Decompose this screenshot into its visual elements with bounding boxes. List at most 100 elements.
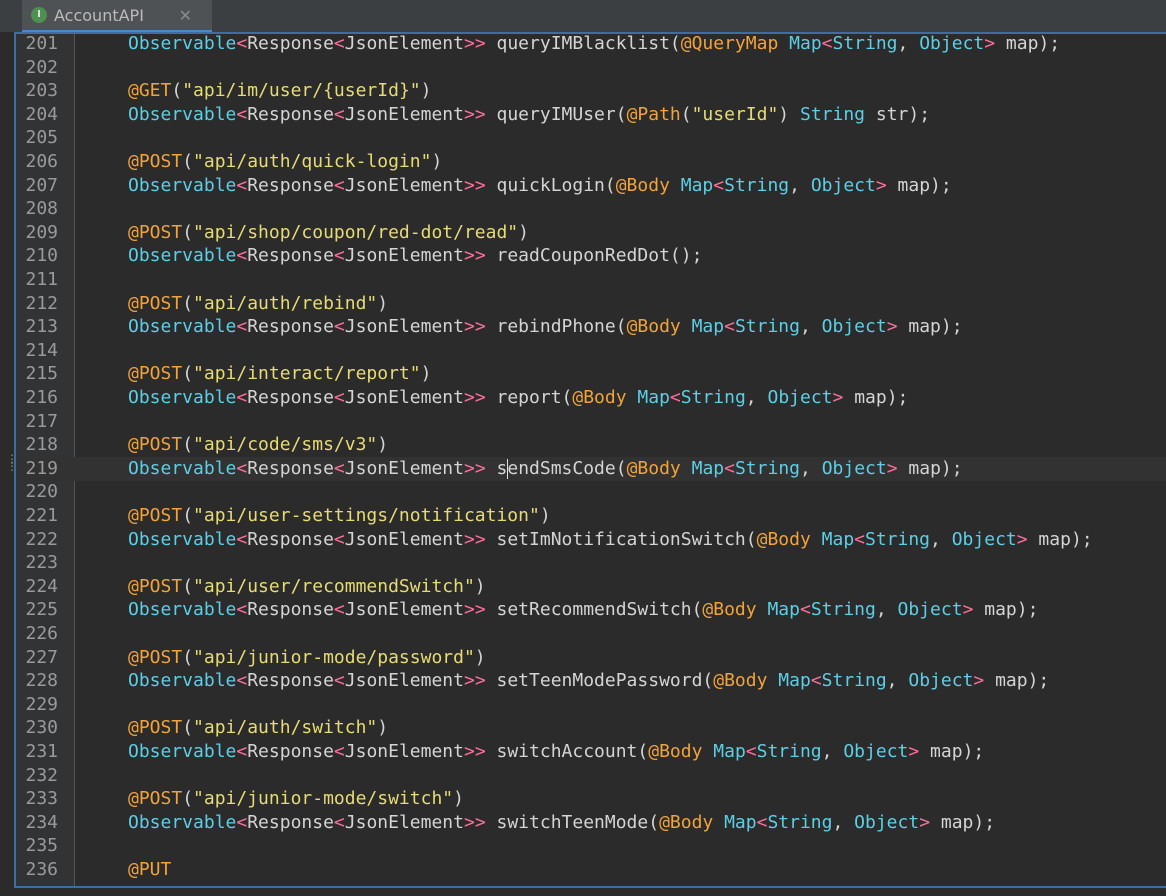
close-icon[interactable]: ✕ [179, 6, 192, 25]
code-line-227[interactable]: 227 @POST("api/junior-mode/password") [16, 646, 1166, 670]
code-token: , [800, 457, 822, 479]
code-line-215[interactable]: 215 @POST("api/interact/report") [16, 362, 1166, 386]
code-token: < [333, 316, 345, 338]
code-line-223[interactable]: 223 [16, 551, 1166, 575]
code-text[interactable]: @GET("api/im/user/{userId}") [128, 79, 431, 103]
code-line-231[interactable]: 231 Observable<Response<JsonElement>> swi… [16, 740, 1166, 764]
code-text[interactable]: Observable<Response<JsonElement>> switch… [128, 811, 995, 835]
line-number: 227 [25, 646, 58, 668]
code-text[interactable]: Observable<Response<JsonElement>> rebind… [128, 315, 963, 339]
code-line-232[interactable]: 232 [16, 764, 1166, 788]
code-text[interactable]: Observable<Response<JsonElement>> setImN… [128, 528, 1093, 552]
code-line-225[interactable]: 225 Observable<Response<JsonElement>> set… [16, 598, 1166, 622]
line-number: 210 [25, 245, 58, 267]
line-number: 218 [25, 434, 58, 456]
code-token: queryIMBlacklist( [485, 33, 681, 54]
code-token: Map [821, 528, 855, 550]
code-text[interactable]: @POST("api/auth/rebind") [128, 292, 388, 316]
code-text[interactable]: Observable<Response<JsonElement>> sendSm… [128, 457, 963, 481]
code-token: < [236, 670, 248, 692]
code-line-221[interactable]: 221 @POST("api/user-settings/notification… [16, 504, 1166, 528]
code-token: @POST [128, 717, 183, 739]
code-text[interactable]: @POST("api/user/recommendSwitch") [128, 575, 486, 599]
code-token: > [886, 457, 898, 479]
code-token: < [333, 387, 345, 408]
code-line-228[interactable]: 228 Observable<Response<JsonElement>> set… [16, 669, 1166, 693]
code-line-216[interactable]: 216 Observable<Response<JsonElement>> rep… [16, 386, 1166, 410]
code-text[interactable]: @POST("api/auth/switch") [128, 716, 388, 740]
line-number: 232 [25, 764, 58, 786]
drag-handle-icon[interactable]: ⋮ ⋮ [6, 453, 18, 478]
code-line-201[interactable]: 201 Observable<Response<JsonElement>> que… [16, 33, 1166, 56]
code-line-235[interactable]: 235 [16, 834, 1166, 858]
code-token: map); [843, 387, 909, 408]
code-token: @POST [128, 788, 183, 810]
code-text[interactable]: @POST("api/code/sms/v3") [128, 433, 388, 457]
code-token: ( [182, 151, 194, 172]
code-text[interactable]: Observable<Response<JsonElement>> queryI… [128, 103, 930, 127]
code-line-222[interactable]: 222 Observable<Response<JsonElement>> set… [16, 528, 1166, 552]
code-line-208[interactable]: 208 [16, 197, 1166, 221]
code-text[interactable]: @POST("api/junior-mode/password") [128, 646, 486, 670]
code-token: Observable [128, 811, 237, 833]
code-line-205[interactable]: 205 [16, 126, 1166, 150]
code-line-219[interactable]: 219 Observable<Response<JsonElement>> sen… [16, 456, 1166, 481]
code-editor[interactable]: 201 Observable<Response<JsonElement>> que… [14, 32, 1166, 888]
code-token: < [333, 103, 345, 125]
code-line-220[interactable]: 220 [16, 480, 1166, 504]
code-line-224[interactable]: 224 @POST("api/user/recommendSwitch") [16, 575, 1166, 599]
code-line-206[interactable]: 206 @POST("api/auth/quick-login") [16, 150, 1166, 174]
code-line-213[interactable]: 213 Observable<Response<JsonElement>> reb… [16, 315, 1166, 339]
code-text[interactable]: Observable<Response<JsonElement>> readCo… [128, 244, 702, 268]
code-token: Object [897, 599, 963, 621]
code-text[interactable]: Observable<Response<JsonElement>> switch… [128, 740, 984, 764]
code-line-233[interactable]: 233 @POST("api/junior-mode/switch") [16, 787, 1166, 811]
code-line-212[interactable]: 212 @POST("api/auth/rebind") [16, 292, 1166, 316]
code-token: ) [453, 788, 464, 810]
code-line-226[interactable]: 226 [16, 622, 1166, 646]
code-token: JsonElement [344, 528, 464, 550]
code-token: < [821, 33, 833, 54]
code-token: map); [930, 811, 996, 833]
code-line-210[interactable]: 210 Observable<Response<JsonElement>> rea… [16, 244, 1166, 268]
code-line-218[interactable]: 218 @POST("api/code/sms/v3") [16, 433, 1166, 457]
code-text[interactable]: @POST("api/shop/coupon/red-dot/read") [128, 221, 529, 245]
code-text[interactable]: @POST("api/junior-mode/switch") [128, 787, 464, 811]
code-text[interactable]: Observable<Response<JsonElement>> setRec… [128, 598, 1038, 622]
code-line-203[interactable]: 203 @GET("api/im/user/{userId}") [16, 79, 1166, 103]
code-token: JsonElement [344, 103, 464, 125]
interface-icon: I [31, 7, 47, 23]
code-token: String [865, 528, 931, 550]
code-line-207[interactable]: 207 Observable<Response<JsonElement>> qui… [16, 174, 1166, 198]
code-line-229[interactable]: 229 [16, 693, 1166, 717]
code-line-209[interactable]: 209 @POST("api/shop/coupon/red-dot/read") [16, 221, 1166, 245]
code-line-230[interactable]: 230 @POST("api/auth/switch") [16, 716, 1166, 740]
line-number: 216 [25, 387, 58, 408]
code-text[interactable]: @POST("api/interact/report") [128, 362, 431, 386]
code-line-204[interactable]: 204 Observable<Response<JsonElement>> que… [16, 103, 1166, 127]
code-text[interactable]: Observable<Response<JsonElement>> report… [128, 386, 908, 410]
code-token: Object [951, 528, 1017, 550]
code-text[interactable]: Observable<Response<JsonElement>> queryI… [128, 33, 1060, 56]
code-text[interactable]: @POST("api/auth/quick-login") [128, 150, 442, 174]
code-token: < [236, 811, 248, 833]
code-token: < [724, 316, 735, 338]
code-text[interactable]: @POST("api/user-settings/notification") [128, 504, 551, 528]
code-line-214[interactable]: 214 [16, 339, 1166, 363]
code-text[interactable]: Observable<Response<JsonElement>> setTee… [128, 669, 1049, 693]
code-text[interactable]: @PUT [128, 858, 171, 882]
code-line-234[interactable]: 234 Observable<Response<JsonElement>> swi… [16, 811, 1166, 835]
code-token: quickLogin( [485, 174, 616, 196]
tab-accountapi[interactable]: I AccountAPI ✕ [22, 0, 212, 32]
code-token: < [236, 599, 248, 621]
code-line-202[interactable]: 202 [16, 56, 1166, 80]
code-line-236[interactable]: 236 @PUT [16, 858, 1166, 882]
code-line-217[interactable]: 217 [16, 410, 1166, 434]
code-token: > [984, 33, 996, 54]
code-text[interactable]: Observable<Response<JsonElement>> quickL… [128, 174, 952, 198]
code-token: ) [377, 717, 389, 739]
code-line-211[interactable]: 211 [16, 268, 1166, 292]
code-token: >> [463, 599, 486, 621]
